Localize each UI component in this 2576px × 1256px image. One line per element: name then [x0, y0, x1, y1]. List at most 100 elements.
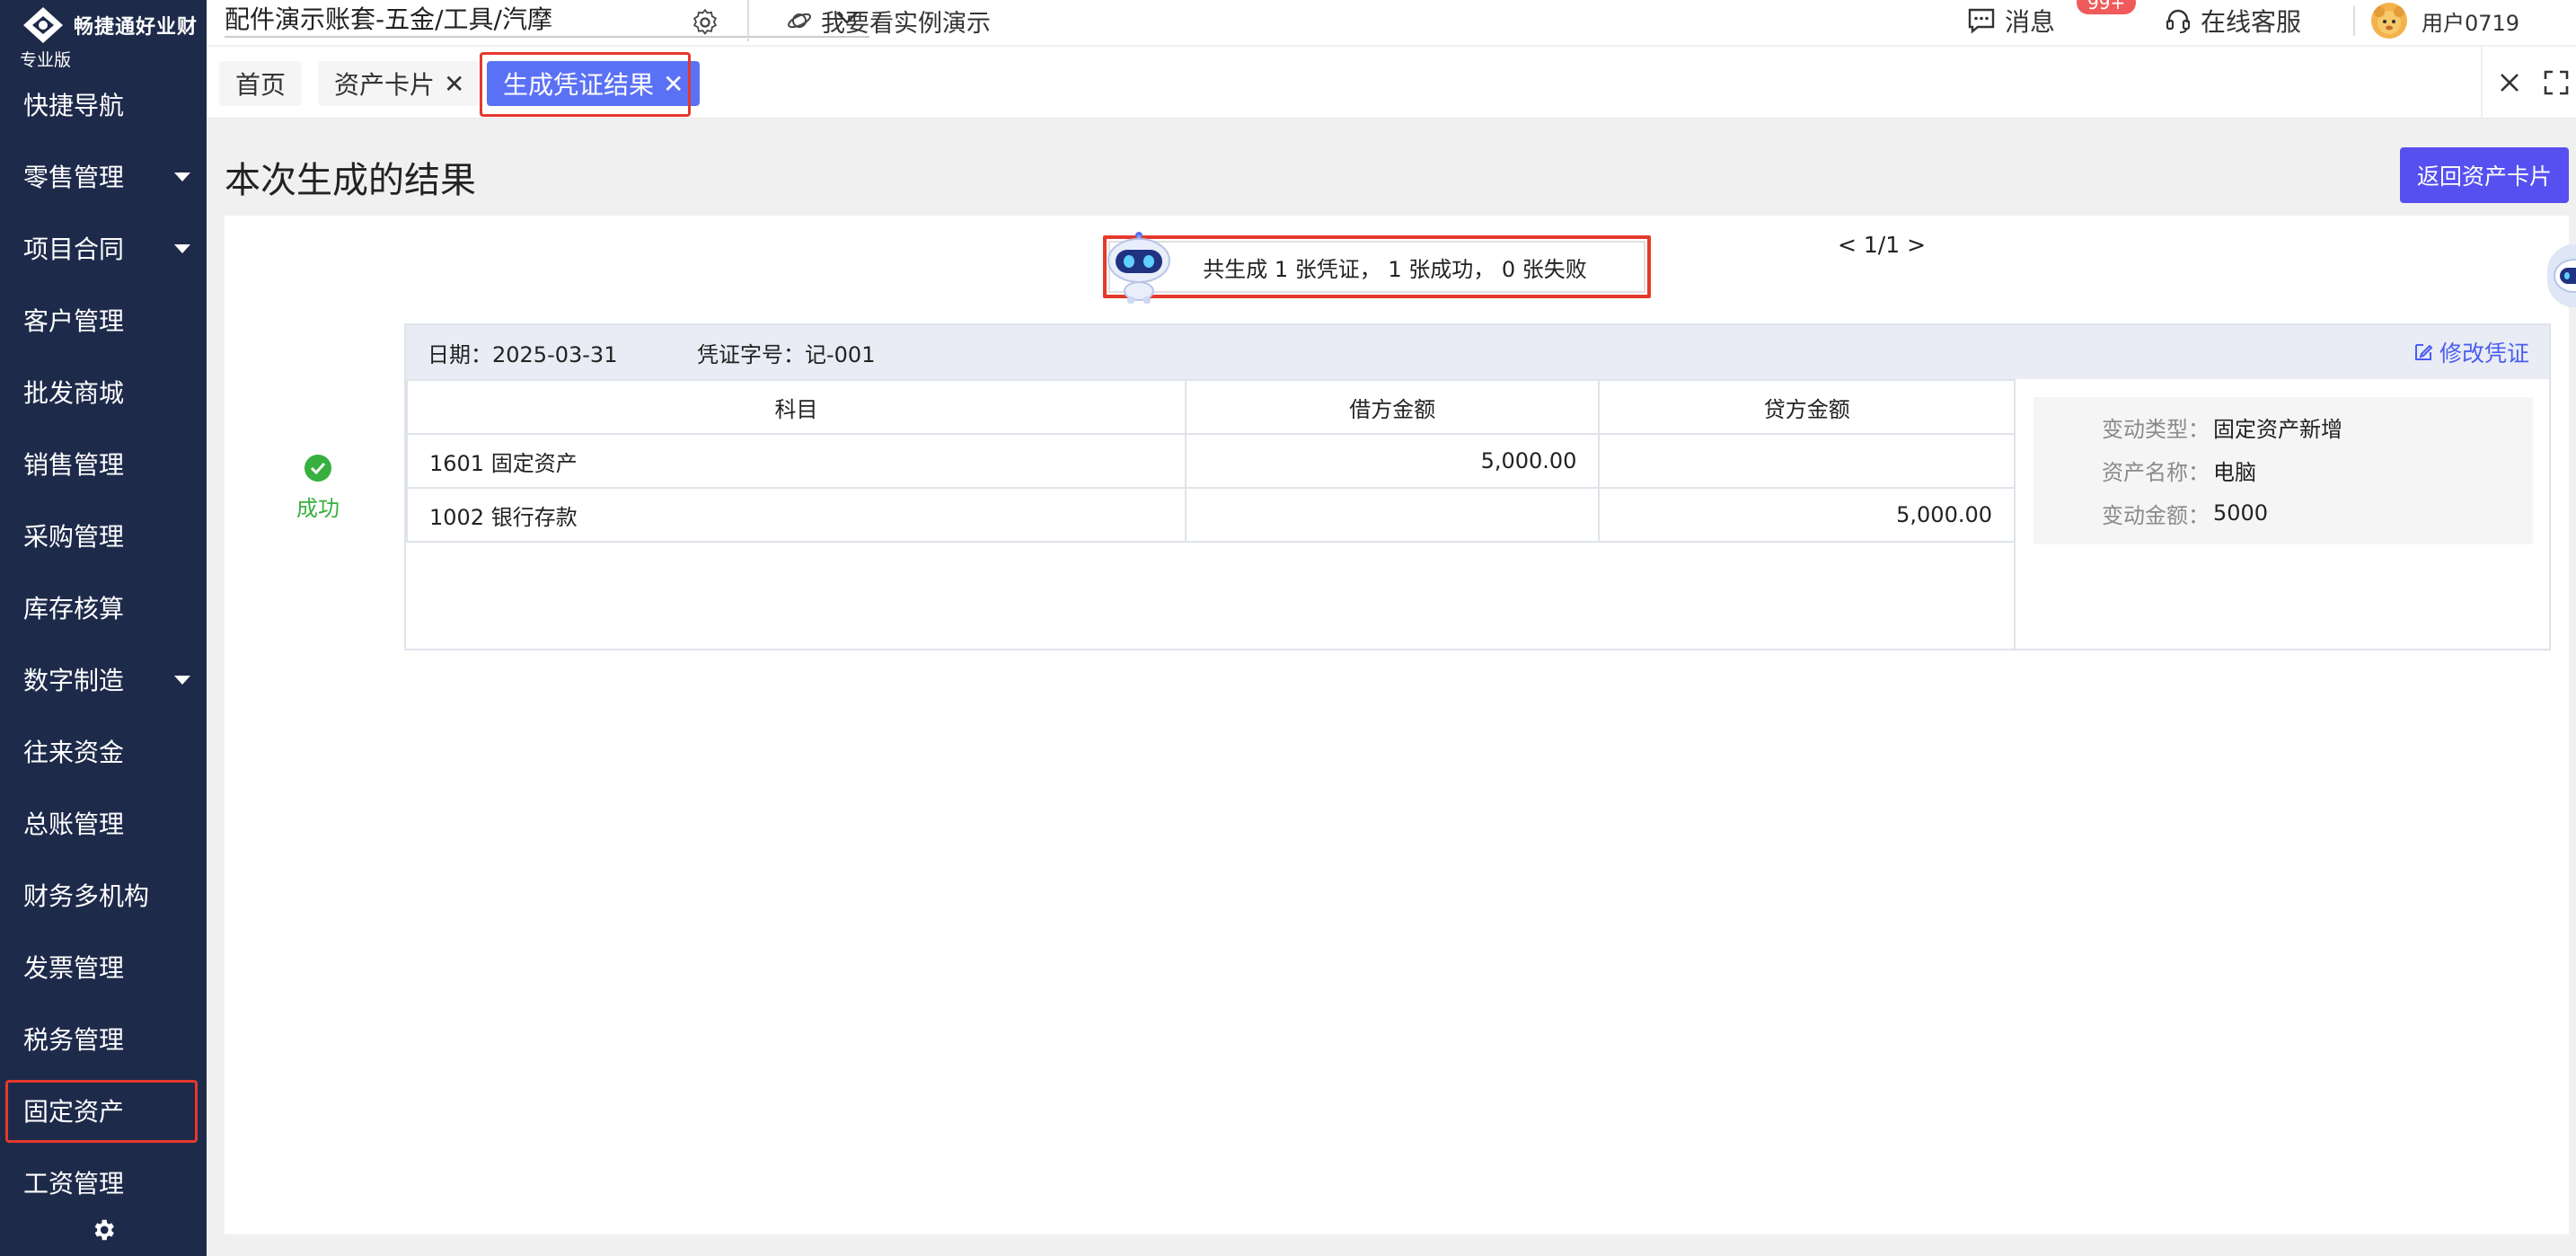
close-icon: [2501, 74, 2519, 92]
sidebar-item[interactable]: 库存核算: [0, 571, 207, 643]
debit-cell: [1184, 487, 1601, 543]
edit-icon: [2414, 344, 2433, 360]
messages-label: 消息: [2005, 7, 2056, 37]
sidebar-item-label: 工资管理: [23, 1169, 125, 1199]
tab-label: 资产卡片: [334, 70, 436, 100]
sidebar-item-label: 固定资产: [23, 1097, 125, 1127]
detail-value: 5000: [2213, 500, 2269, 526]
headset-icon: [2166, 9, 2191, 33]
debit-cell: 5,000.00: [1184, 433, 1601, 489]
sidebar-item[interactable]: 数字制造: [0, 643, 207, 715]
voucher-entries-table: 科目 借方金额 贷方金额 1601 固定资产 5,000.00 1002 银行存…: [406, 379, 2016, 543]
change-details: 变动类型： 固定资产新增 资产名称： 电脑 变动金额： 5000: [2033, 397, 2533, 544]
detail-value: 固定资产新增: [2213, 416, 2342, 442]
edit-voucher-link[interactable]: 修改凭证: [2413, 325, 2529, 379]
table-blank-area: [406, 541, 2016, 650]
sidebar-item[interactable]: 固定资产: [0, 1075, 207, 1146]
credit-cell: [1598, 433, 2016, 489]
sidebar: 畅捷通好业财 专业版 快捷导航零售管理项目合同客户管理批发商城销售管理采购管理库…: [0, 0, 207, 1256]
tab-voucher-result[interactable]: 生成凭证结果 ✕: [479, 52, 701, 117]
sidebar-item[interactable]: 批发商城: [0, 356, 207, 428]
planet-icon: [788, 13, 811, 29]
detail-value: 电脑: [2213, 459, 2256, 485]
detail-pager[interactable]: < 1/1 >: [1838, 232, 1926, 258]
sidebar-item[interactable]: 财务多机构: [0, 859, 207, 931]
messages-button[interactable]: 消息 99+: [1967, 0, 2137, 41]
tab-asset-card[interactable]: 资产卡片 ✕: [318, 61, 481, 106]
logo-icon: [20, 5, 66, 45]
account-settings-button[interactable]: [690, 7, 720, 38]
page-title: 本次生成的结果: [225, 160, 476, 201]
sidebar-item-label: 数字制造: [23, 666, 125, 695]
top-bar: 配件演示账套-五金/工具/汽摩 我要看实例演示 消息 99+ 在线客服 用户07…: [207, 0, 2576, 45]
caret-down-icon: [174, 676, 190, 685]
gear-icon: [693, 8, 717, 35]
detail-row: 变动类型： 固定资产新增: [2033, 413, 2342, 442]
table-row: 1601 固定资产 5,000.00: [406, 433, 2016, 489]
fullscreen-button[interactable]: [2542, 68, 2571, 97]
account-cell: 1601 固定资产: [406, 433, 1187, 489]
chat-icon: [1968, 8, 1995, 34]
close-all-tabs-button[interactable]: [2495, 68, 2524, 97]
sidebar-item[interactable]: 项目合同: [0, 212, 207, 284]
settings-button[interactable]: [0, 1204, 207, 1256]
avatar: [2371, 3, 2407, 39]
sidebar-item-label: 发票管理: [23, 953, 125, 983]
sidebar-item[interactable]: 采购管理: [0, 500, 207, 571]
sidebar-item-label: 快捷导航: [23, 91, 125, 120]
detail-key: 变动金额：: [2102, 502, 2210, 528]
sidebar-item[interactable]: 税务管理: [0, 1003, 207, 1075]
tabs-bar: 首页 资产卡片 ✕ 生成凭证结果 ✕: [207, 47, 2576, 119]
voucher-header: 日期：2025-03-31 凭证字号：记-001 修改凭证: [406, 325, 2549, 379]
caret-down-icon: [174, 244, 190, 253]
sidebar-item[interactable]: 销售管理: [0, 428, 207, 500]
detail-row: 资产名称： 电脑: [2033, 456, 2256, 485]
sidebar-nav: 快捷导航零售管理项目合同客户管理批发商城销售管理采购管理库存核算数字制造往来资金…: [0, 68, 207, 1218]
column-header: 科目: [406, 379, 1187, 435]
voucher-number: 凭证字号：记-001: [697, 341, 876, 367]
sidebar-item-label: 项目合同: [23, 234, 125, 264]
table-header-row: 科目 借方金额 贷方金额: [406, 379, 2016, 435]
detail-key: 资产名称：: [2102, 459, 2210, 485]
gear-icon: [94, 1219, 114, 1241]
table-row: 1002 银行存款 5,000.00: [406, 487, 2016, 543]
brand-logo[interactable]: 畅捷通好业财: [20, 5, 198, 45]
messages-badge: 99+: [2077, 0, 2137, 14]
fullscreen-icon: [2544, 70, 2569, 95]
sidebar-item[interactable]: 客户管理: [0, 284, 207, 356]
sidebar-item[interactable]: 零售管理: [0, 140, 207, 212]
online-service-button[interactable]: 在线客服: [2165, 0, 2301, 41]
tab-label: 首页: [235, 70, 287, 100]
close-icon[interactable]: ✕: [663, 69, 684, 99]
divider: [2481, 47, 2483, 119]
user-name: 用户0719: [2422, 10, 2520, 36]
user-menu[interactable]: 用户0719: [2371, 0, 2519, 41]
back-to-asset-card-button[interactable]: 返回资产卡片: [2400, 147, 2569, 203]
sidebar-item-label: 零售管理: [23, 163, 125, 192]
divider: [747, 0, 749, 41]
close-icon[interactable]: ✕: [444, 69, 464, 99]
sidebar-item[interactable]: 发票管理: [0, 931, 207, 1003]
tab-label: 生成凭证结果: [503, 70, 655, 100]
sidebar-item-label: 采购管理: [23, 522, 125, 552]
divider: [2353, 5, 2355, 36]
robot-icon: [1103, 228, 1175, 304]
demo-link[interactable]: 我要看实例演示: [787, 0, 991, 41]
sidebar-item[interactable]: 往来资金: [0, 715, 207, 787]
sidebar-item-label: 库存核算: [23, 594, 125, 624]
tab-home[interactable]: 首页: [219, 61, 303, 106]
summary-highlight: [1103, 235, 1651, 298]
brand-name: 畅捷通好业财: [74, 16, 198, 39]
column-header: 贷方金额: [1598, 379, 2016, 435]
status-label: 成功: [296, 496, 340, 521]
account-select[interactable]: 配件演示账套-五金/工具/汽摩: [225, 0, 869, 38]
edition-label: 专业版: [20, 50, 72, 70]
demo-link-label: 我要看实例演示: [821, 9, 991, 38]
detail-row: 变动金额： 5000: [2033, 500, 2269, 528]
sidebar-item[interactable]: 总账管理: [0, 787, 207, 859]
sidebar-item-label: 批发商城: [23, 378, 125, 408]
sidebar-item[interactable]: 快捷导航: [0, 68, 207, 140]
voucher-date: 日期：2025-03-31: [428, 341, 618, 367]
voucher-card: 日期：2025-03-31 凭证字号：记-001 修改凭证 科目 借方金额 贷方…: [404, 323, 2551, 650]
caret-down-icon: [174, 172, 190, 181]
